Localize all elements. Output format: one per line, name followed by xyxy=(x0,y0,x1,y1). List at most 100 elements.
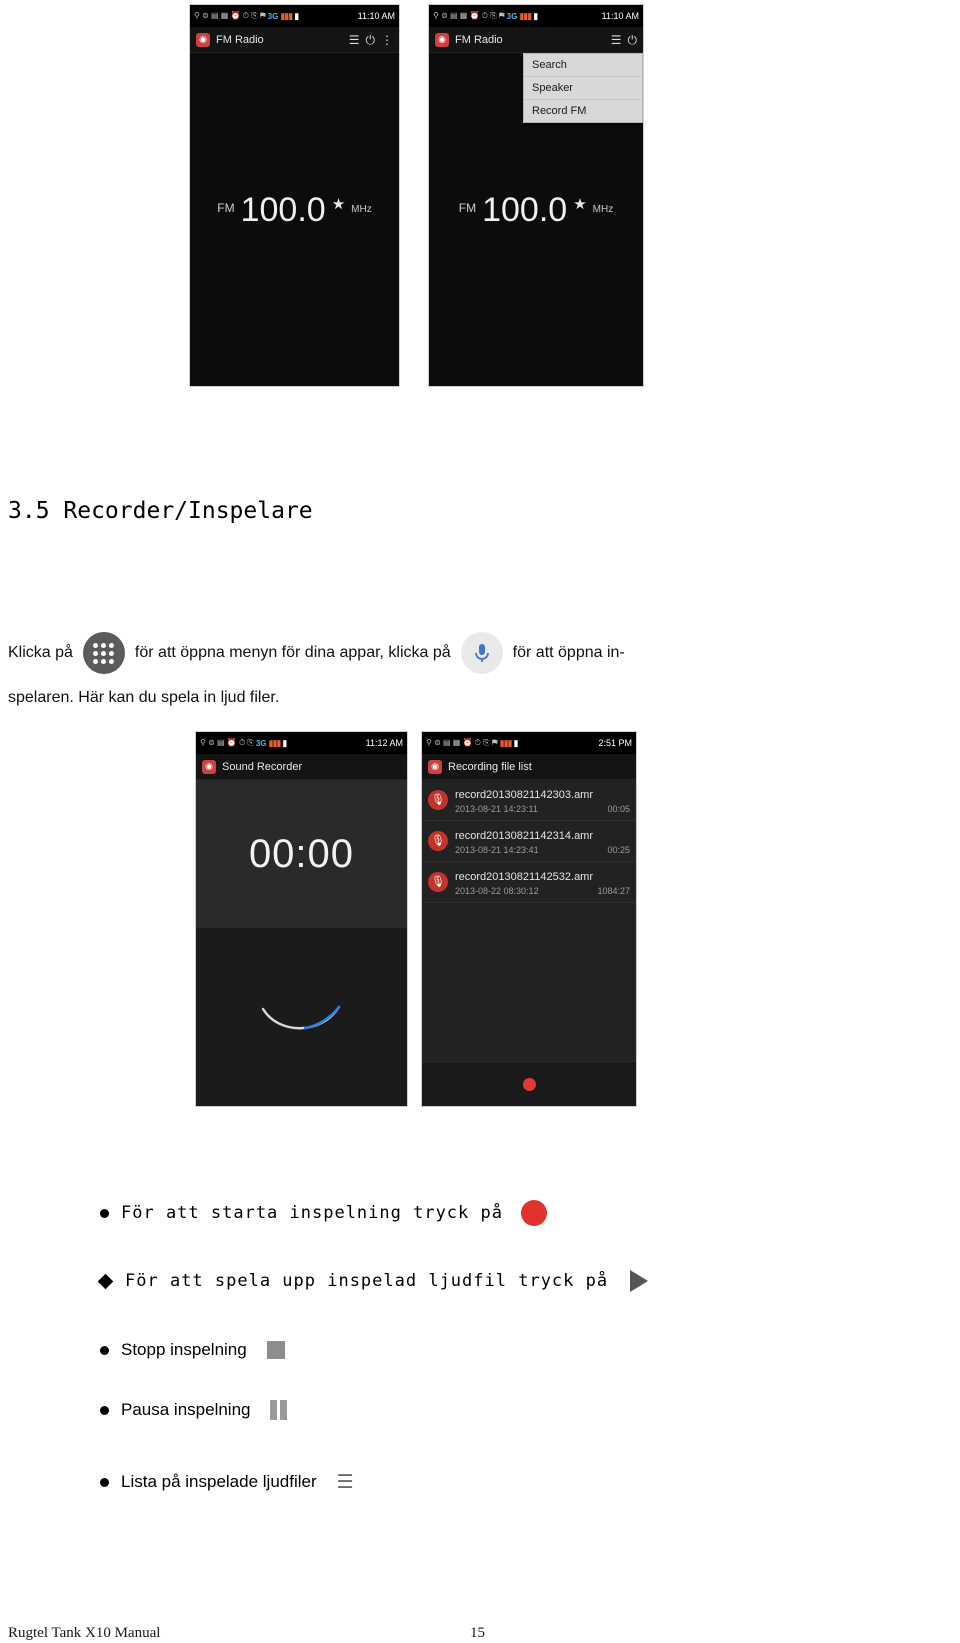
signal-bars-icon: ▮▮▮ xyxy=(499,737,513,748)
list-item-date: 2013-08-22 08:30:12 xyxy=(455,886,539,896)
status-bar: ⚲ ⊜ ▤ ▦ ⏰ ⏱ ⎘ ⚑ ▮▮▮ ▮ 2:51 PM xyxy=(422,732,636,754)
menu-item-record-fm[interactable]: Record FM xyxy=(524,100,642,122)
status-bar-icons: ⚲ ⊜ ▤ ▦ ⏰ ⏱ ⎘ ⚑ 3G ▮▮▮ ▮ xyxy=(433,11,600,22)
fm-radio-body: FM 100.0 ★ MHz ⏮ ❮ ❯ ⏭ xyxy=(190,53,399,386)
overflow-menu-icon[interactable]: ⋮ xyxy=(381,34,393,46)
app-bar: ◉ Sound Recorder xyxy=(196,754,407,780)
app-bar: ◉ FM Radio ☰ ⏻ xyxy=(429,27,643,53)
list-item-date: 2013-08-21 14:23:11 xyxy=(455,804,538,814)
signal-bars-icon: ▮▮▮ xyxy=(268,737,282,748)
bullet-row-play-recording: För att spela upp inspelad ljudfil tryck… xyxy=(97,1270,649,1292)
fm-band-label: FM xyxy=(217,201,235,215)
list-item-title: record20130821142314.amr xyxy=(455,830,594,842)
status-bar-icons: ⚲ ⊜ ▤ ▦ ⏰ ⏱ ⎘ ⚑ 3G ▮▮▮ ▮ xyxy=(194,11,356,22)
list-item[interactable]: 🎙 record20130821142303.amr 2013-08-21 14… xyxy=(422,780,636,821)
mic-icon: 🎙 xyxy=(428,830,448,851)
mic-glyph xyxy=(474,644,489,662)
file-list-bottom-bar xyxy=(422,1061,636,1106)
bullet-row-list-recordings: Lista på inspelade ljudfiler ☰ xyxy=(100,1472,355,1492)
network-3g-icon: 3G xyxy=(255,738,267,748)
recorder-timer: 00:00 xyxy=(248,831,355,876)
intro-text-a: Klicka på xyxy=(8,644,73,661)
mic-icon: 🎙 xyxy=(428,789,448,810)
recorder-body: 00:00 ☰ xyxy=(196,780,407,1106)
list-item[interactable]: 🎙 record20130821142532.amr 2013-08-22 08… xyxy=(422,862,636,903)
intro-paragraph-line1: Klicka på för att öppna menyn för dina a… xyxy=(8,632,953,674)
network-3g-icon: 3G xyxy=(506,11,518,21)
bullet-marker-diamond xyxy=(97,1273,114,1289)
status-bar: ⚲ ⊜ ▤ ▦ ⏰ ⏱ ⎘ ⚑ 3G ▮▮▮ ▮ 11:10 AM xyxy=(429,5,643,27)
status-icons-left: ⚲ ⊜ ▤ ▦ ⏰ ⏱ ⎘ ⚑ xyxy=(426,738,498,747)
power-icon[interactable]: ⏻ xyxy=(628,34,638,46)
list-item-meta: 2013-08-22 08:30:12 1084:27 xyxy=(455,886,630,896)
menu-item-speaker[interactable]: Speaker xyxy=(524,77,642,100)
fm-unit-label: MHz xyxy=(592,204,614,215)
status-time: 2:51 PM xyxy=(598,738,632,748)
stop-square-icon xyxy=(266,1341,285,1359)
intro-text-c: för att öppna in- xyxy=(512,644,625,661)
fm-band-label: FM xyxy=(458,201,477,215)
list-item-title: record20130821142532.amr xyxy=(455,871,594,883)
bullet-row-stop-recording: Stopp inspelning xyxy=(100,1340,285,1360)
screenshot-recording-file-list: ⚲ ⊜ ▤ ▦ ⏰ ⏱ ⎘ ⚑ ▮▮▮ ▮ 2:51 PM ◉ Recordin… xyxy=(421,731,637,1107)
recorder-mic-icon xyxy=(460,632,503,674)
status-bar: ⚲ ⊜ ▤ ▦ ⏰ ⏱ ⎘ ⚑ 3G ▮▮▮ ▮ 11:10 AM xyxy=(190,5,399,27)
sound-recorder-app-icon: ◉ xyxy=(202,759,216,774)
app-title: Sound Recorder xyxy=(222,760,303,773)
app-title: FM Radio xyxy=(455,33,503,46)
list-item-main: record20130821142532.amr 2013-08-22 08:3… xyxy=(455,867,630,896)
power-icon[interactable]: ⏻ xyxy=(366,34,376,46)
list-item-size: 1084:27 xyxy=(597,886,630,896)
fm-overflow-menu: Search Speaker Record FM xyxy=(523,53,643,123)
bullet-text: För att spela upp inspelad ljudfil tryck… xyxy=(125,1271,609,1291)
list-icon[interactable]: ☰ xyxy=(349,34,360,46)
bullet-marker xyxy=(100,1208,109,1218)
record-dot-icon[interactable] xyxy=(522,1077,536,1091)
screenshot-fm-radio-main: ⚲ ⊜ ▤ ▦ ⏰ ⏱ ⎘ ⚑ 3G ▮▮▮ ▮ 11:10 AM ◉ FM R… xyxy=(189,4,400,387)
app-title: FM Radio xyxy=(216,33,264,46)
list-item-date: 2013-08-21 14:23:41 xyxy=(455,845,539,855)
list-item[interactable]: 🎙 record20130821142314.amr 2013-08-21 14… xyxy=(422,821,636,862)
page-title: 3.5 Recorder/Inspelare xyxy=(8,498,313,524)
dots-grid xyxy=(93,642,115,664)
bullet-marker xyxy=(100,1477,109,1487)
battery-icon: ▮ xyxy=(294,10,300,21)
app-bar: ◉ FM Radio ☰ ⏻ ⋮ xyxy=(190,27,399,53)
pause-bars-icon xyxy=(270,1400,288,1420)
battery-icon: ▮ xyxy=(513,737,519,748)
list-item-meta: 2013-08-21 14:23:41 00:25 xyxy=(455,845,630,855)
menu-item-search[interactable]: Search xyxy=(524,54,642,77)
fm-frequency-display: FM 100.0 ★ MHz xyxy=(429,193,643,227)
recording-list-app-icon: ◉ xyxy=(428,759,442,774)
favorite-star-icon[interactable]: ★ xyxy=(332,195,345,227)
level-arc-icon xyxy=(261,1005,340,1029)
intro-text-b: för att öppna menyn för dina appar, klic… xyxy=(134,644,451,661)
favorite-star-icon[interactable]: ★ xyxy=(573,195,586,227)
bullet-text: Pausa inspelning xyxy=(121,1400,251,1419)
app-title: Recording file list xyxy=(448,760,532,773)
list-item-main: record20130821142303.amr 2013-08-21 14:2… xyxy=(455,785,630,814)
intro-paragraph-line2: spelaren. Här kan du spela in ljud filer… xyxy=(8,689,280,706)
signal-bars-icon: ▮▮▮ xyxy=(519,10,532,21)
list-item-size: 00:05 xyxy=(607,804,630,814)
battery-icon: ▮ xyxy=(533,10,539,21)
list-icon[interactable]: ☰ xyxy=(611,34,622,46)
fm-radio-body: Search Speaker Record FM FM 100.0 ★ MHz … xyxy=(429,53,643,386)
fm-frequency-display: FM 100.0 ★ MHz xyxy=(190,193,399,227)
status-time: 11:10 AM xyxy=(601,11,639,21)
screenshot-sound-recorder: ⚲ ⊜ ▤ ⏰ ⏱ ⎘ 3G ▮▮▮ ▮ 11:12 AM ◉ Sound Re… xyxy=(195,731,408,1107)
fm-unit-label: MHz xyxy=(351,204,372,215)
list-icon: ☰ xyxy=(336,1471,355,1493)
play-triangle-icon xyxy=(630,1270,649,1292)
fm-radio-app-icon: ◉ xyxy=(435,32,449,47)
recorder-level-meter xyxy=(196,928,407,1106)
list-item-size: 00:25 xyxy=(607,845,630,855)
status-bar-icons: ⚲ ⊜ ▤ ⏰ ⏱ ⎘ 3G ▮▮▮ ▮ xyxy=(200,738,364,749)
bullet-text: Lista på inspelade ljudfiler xyxy=(121,1472,317,1491)
network-3g-icon: 3G xyxy=(267,11,279,21)
bullet-row-pause-recording: Pausa inspelning xyxy=(100,1400,288,1420)
status-icons-left: ⚲ ⊜ ▤ ⏰ ⏱ ⎘ xyxy=(200,738,254,747)
fm-frequency-value: 100.0 xyxy=(482,191,568,229)
signal-bars-icon: ▮▮▮ xyxy=(280,10,293,21)
bullet-marker xyxy=(100,1405,109,1415)
